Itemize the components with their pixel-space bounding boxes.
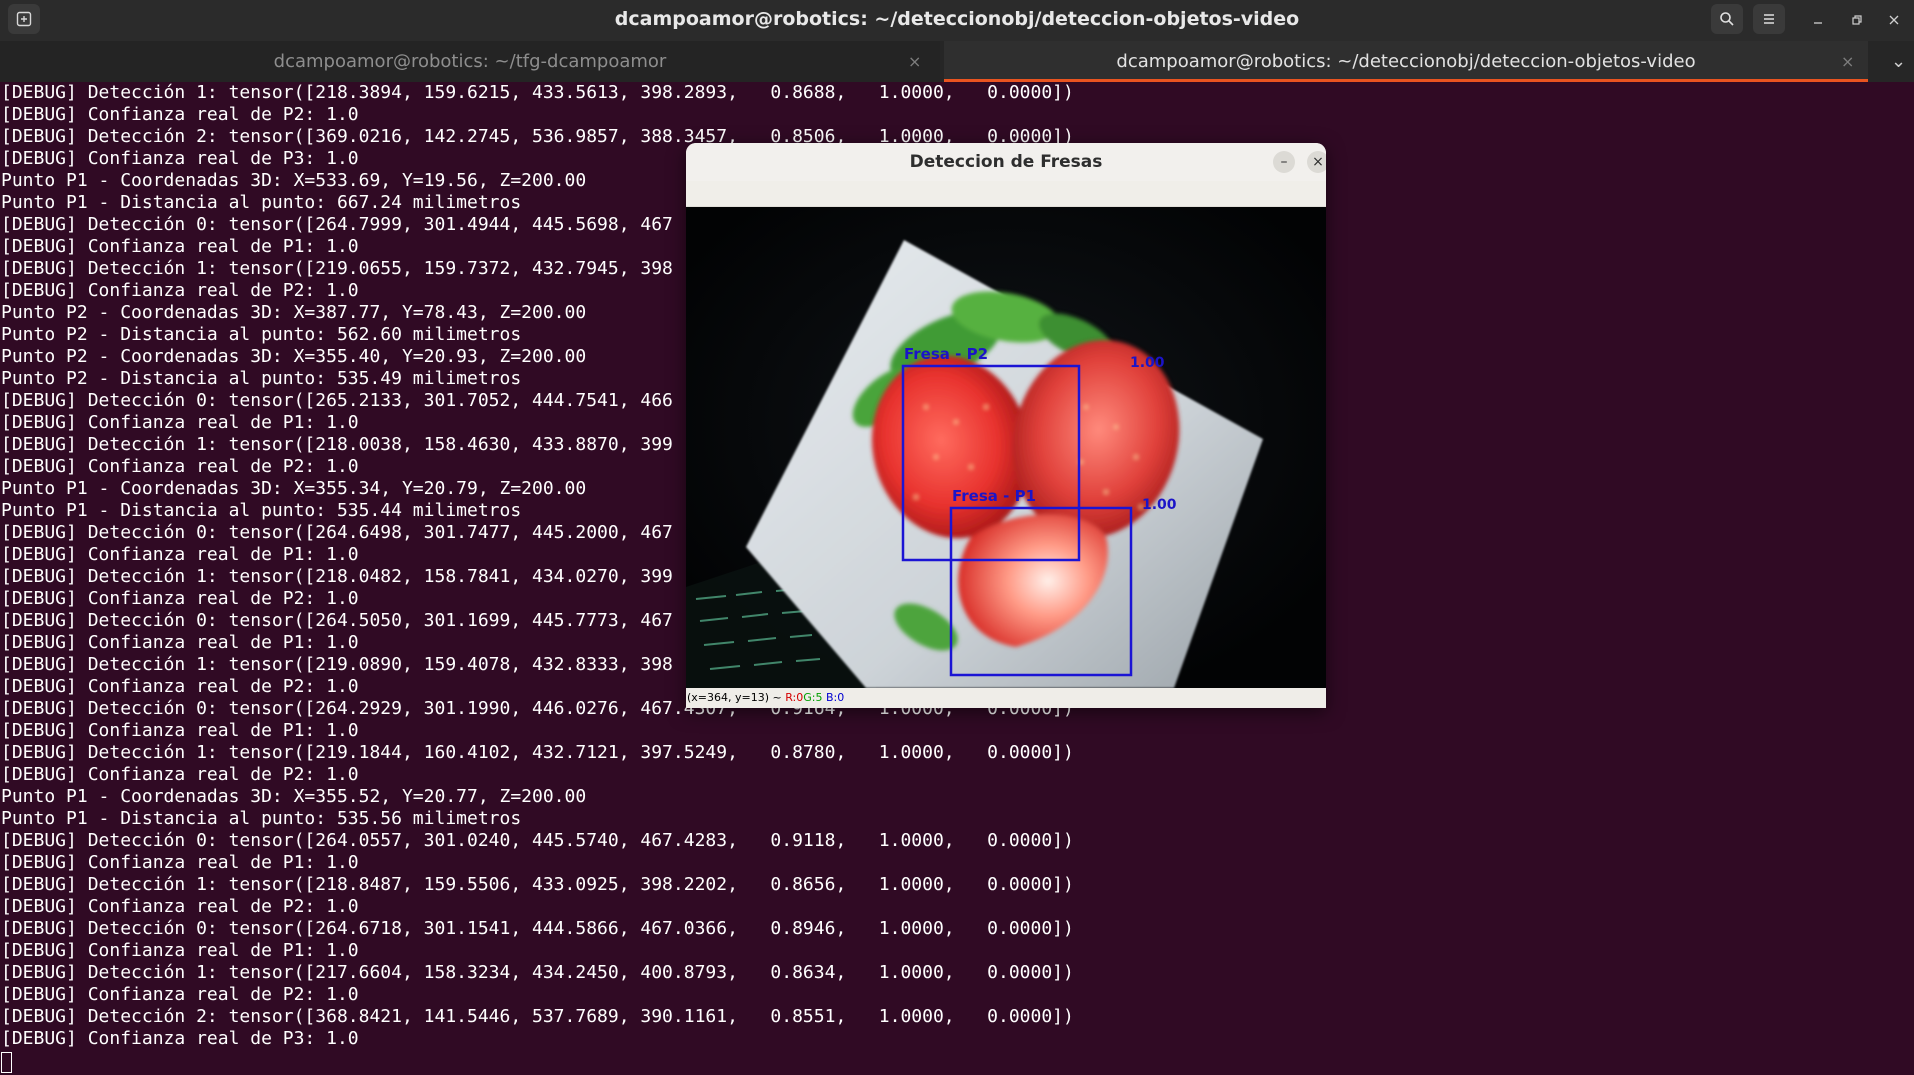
detection-window[interactable]: Deteccion de Fresas – × Fresa - P2 1.00 … bbox=[686, 143, 1326, 708]
cursor-coordinates: (x=364, y=13) ~ bbox=[687, 691, 782, 704]
terminal-line: Punto P1 - Distancia al punto: 535.56 mi… bbox=[1, 808, 522, 829]
restore-icon bbox=[1852, 15, 1862, 25]
minimize-icon bbox=[1814, 22, 1822, 24]
terminal-line: [DEBUG] Confianza real de P2: 1.0 bbox=[1, 984, 359, 1005]
terminal-line: [DEBUG] Detección 2: tensor([368.8421, 1… bbox=[1, 1006, 1074, 1027]
terminal-cursor bbox=[1, 1052, 12, 1073]
window-title: dcampoamor@robotics: ~/deteccionobj/dete… bbox=[614, 8, 1300, 30]
terminal-line: Punto P2 - Distancia al punto: 535.49 mi… bbox=[1, 368, 522, 389]
terminal-line: [DEBUG] Detección 1: tensor([219.0890, 1… bbox=[1, 654, 673, 675]
detection-minimize-button[interactable]: – bbox=[1273, 151, 1295, 173]
terminal-line: [DEBUG] Confianza real de P1: 1.0 bbox=[1, 236, 359, 257]
terminal-line: [DEBUG] Detección 0: tensor([264.7999, 3… bbox=[1, 214, 673, 235]
restore-button[interactable] bbox=[1845, 8, 1869, 32]
minimize-button[interactable] bbox=[1806, 8, 1830, 32]
camera-frame[interactable]: Fresa - P2 1.00 Fresa - P1 1.00 bbox=[686, 207, 1326, 688]
detection-window-header[interactable]: Deteccion de Fresas – × bbox=[686, 143, 1326, 181]
close-icon bbox=[1889, 15, 1899, 25]
tab-tfg-dcampoamor[interactable]: dcampoamor@robotics: ~/tfg-dcampoamor bbox=[0, 41, 940, 82]
terminal-line: [DEBUG] Confianza real de P2: 1.0 bbox=[1, 676, 359, 697]
terminal-line: [DEBUG] Detección 1: tensor([218.0482, 1… bbox=[1, 566, 673, 587]
terminal-line: [DEBUG] Confianza real de P2: 1.0 bbox=[1, 104, 359, 125]
terminal-line: [DEBUG] Confianza real de P2: 1.0 bbox=[1, 456, 359, 477]
terminal-line: [DEBUG] Confianza real de P1: 1.0 bbox=[1, 852, 359, 873]
hamburger-menu-icon bbox=[1764, 14, 1774, 24]
tab-deteccion-objetos-video[interactable]: dcampoamor@robotics: ~/deteccionobj/dete… bbox=[944, 41, 1868, 82]
terminal-line: [DEBUG] Detección 1: tensor([217.6604, 1… bbox=[1, 962, 1074, 983]
terminal-line: [DEBUG] Detección 1: tensor([218.0038, 1… bbox=[1, 434, 673, 455]
terminal-line: Punto P2 - Distancia al punto: 562.60 mi… bbox=[1, 324, 522, 345]
terminal-line: Punto P1 - Distancia al punto: 667.24 mi… bbox=[1, 192, 522, 213]
terminal-line: [DEBUG] Confianza real de P1: 1.0 bbox=[1, 544, 359, 565]
search-icon bbox=[1720, 12, 1734, 26]
terminal-line: [DEBUG] Detección 1: tensor([218.8487, 1… bbox=[1, 874, 1074, 895]
detection-score-p1: 1.00 bbox=[1142, 497, 1177, 513]
terminal-line: [DEBUG] Detección 0: tensor([264.6718, 3… bbox=[1, 918, 1074, 939]
terminal-line: [DEBUG] Confianza real de P3: 1.0 bbox=[1, 148, 359, 169]
tab-label: dcampoamor@robotics: ~/deteccionobj/dete… bbox=[1116, 51, 1696, 72]
tab-close-icon[interactable]: × bbox=[1841, 41, 1854, 82]
menu-button[interactable] bbox=[1753, 4, 1785, 34]
pixel-red-value: R:0 bbox=[785, 691, 804, 704]
tab-label: dcampoamor@robotics: ~/tfg-dcampoamor bbox=[273, 51, 667, 72]
terminal-line: Punto P2 - Coordenadas 3D: X=355.40, Y=2… bbox=[1, 346, 587, 367]
tab-bar: dcampoamor@robotics: ~/tfg-dcampoamor × … bbox=[0, 41, 1914, 82]
tab-overflow-icon[interactable]: ⌄ bbox=[1891, 41, 1906, 82]
terminal-line: [DEBUG] Detección 0: tensor([265.2133, 3… bbox=[1, 390, 673, 411]
terminal-line: [DEBUG] Detección 1: tensor([219.0655, 1… bbox=[1, 258, 673, 279]
terminal-line: [DEBUG] Detección 1: tensor([219.1844, 1… bbox=[1, 742, 1074, 763]
terminal-line: Punto P1 - Distancia al punto: 535.44 mi… bbox=[1, 500, 522, 521]
detection-label-p2: Fresa - P2 bbox=[904, 345, 988, 363]
terminal-line: Punto P1 - Coordenadas 3D: X=355.34, Y=2… bbox=[1, 478, 587, 499]
terminal-line: [DEBUG] Confianza real de P2: 1.0 bbox=[1, 280, 359, 301]
detection-close-button[interactable]: × bbox=[1307, 151, 1326, 173]
close-icon: × bbox=[1312, 154, 1324, 170]
detection-score-p2: 1.00 bbox=[1130, 355, 1165, 371]
terminal-line: [DEBUG] Confianza real de P1: 1.0 bbox=[1, 632, 359, 653]
terminal-line: [DEBUG] Confianza real de P2: 1.0 bbox=[1, 764, 359, 785]
terminal-line: [DEBUG] Confianza real de P3: 1.0 bbox=[1, 1028, 359, 1049]
terminal-line: [DEBUG] Confianza real de P2: 1.0 bbox=[1, 588, 359, 609]
search-button[interactable] bbox=[1711, 4, 1743, 34]
detection-label-p1: Fresa - P1 bbox=[952, 487, 1036, 505]
pixel-status-bar: (x=364, y=13) ~ R:0G:5 B:0 bbox=[686, 688, 1326, 708]
detection-toolbar bbox=[686, 181, 1326, 207]
terminal-line: Punto P1 - Coordenadas 3D: X=533.69, Y=1… bbox=[1, 170, 587, 191]
tab-close-icon[interactable]: × bbox=[908, 41, 921, 82]
close-button[interactable] bbox=[1882, 8, 1906, 32]
terminal-line: Punto P2 - Coordenadas 3D: X=387.77, Y=7… bbox=[1, 302, 587, 323]
terminal-line: [DEBUG] Detección 0: tensor([264.5050, 3… bbox=[1, 610, 673, 631]
terminal-line: [DEBUG] Detección 1: tensor([218.3894, 1… bbox=[1, 82, 1074, 103]
terminal-line: [DEBUG] Confianza real de P1: 1.0 bbox=[1, 412, 359, 433]
pixel-green-value: G:5 bbox=[803, 691, 823, 704]
terminal-line: [DEBUG] Confianza real de P2: 1.0 bbox=[1, 896, 359, 917]
terminal-line: [DEBUG] Confianza real de P1: 1.0 bbox=[1, 940, 359, 961]
pixel-blue-value: B:0 bbox=[826, 691, 845, 704]
terminal-line: [DEBUG] Confianza real de P1: 1.0 bbox=[1, 720, 359, 741]
terminal-line: [DEBUG] Detección 0: tensor([264.0557, 3… bbox=[1, 830, 1074, 851]
terminal-line: Punto P1 - Coordenadas 3D: X=355.52, Y=2… bbox=[1, 786, 587, 807]
minimize-icon: – bbox=[1280, 154, 1288, 170]
detection-window-title: Deteccion de Fresas bbox=[909, 152, 1103, 172]
terminal-line: [DEBUG] Detección 0: tensor([264.6498, 3… bbox=[1, 522, 673, 543]
title-bar: dcampoamor@robotics: ~/deteccionobj/dete… bbox=[0, 0, 1914, 41]
